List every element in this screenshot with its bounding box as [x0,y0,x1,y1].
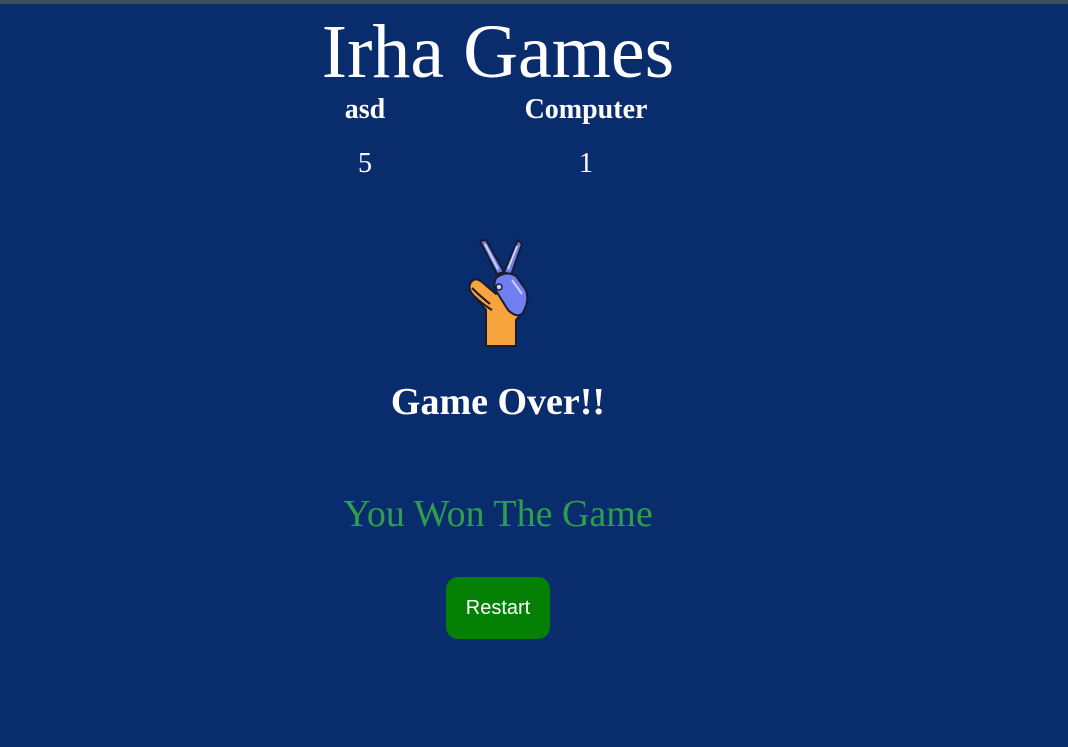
player-name: asd [344,94,386,125]
page-title: Irha Games [321,10,675,94]
scissors-hand-icon [460,238,540,350]
computer-name: Computer [524,94,648,125]
restart-button[interactable]: Restart [446,577,550,639]
game-over-heading: Game Over!! [390,381,606,423]
player-score: 5 [358,148,372,179]
computer-score: 1 [579,148,593,179]
game-result-text: You Won The Game [343,493,653,535]
window-top-strip [0,0,1068,4]
